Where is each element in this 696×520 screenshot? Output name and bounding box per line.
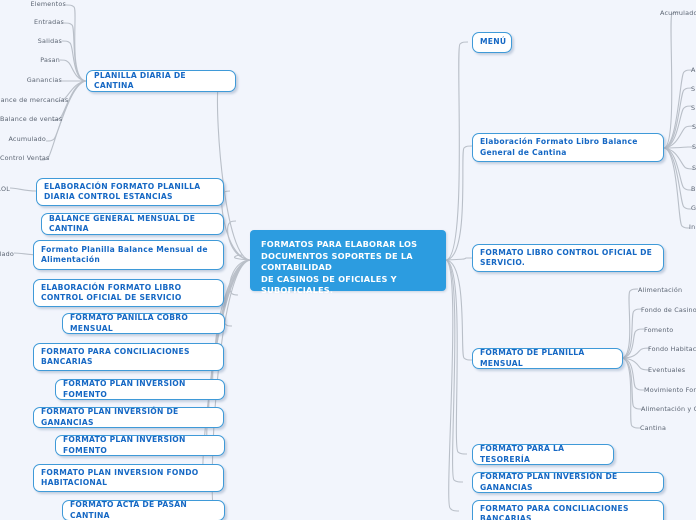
leaf-control-ventas[interactable]: Control Ventas — [0, 154, 49, 162]
leaf-libro-balance-8[interactable]: G — [691, 204, 696, 212]
leaf-fondo-de-casino[interactable]: Fondo de Casino — [641, 306, 696, 314]
leaf-libro-balance-6[interactable]: S — [692, 164, 696, 172]
branch-node-elaboracion-formato-libro-control-oficial-de-servicio[interactable]: ELABORACIÓN FORMATO LIBRO CONTROL OFICIA… — [33, 279, 224, 307]
leaf-libro-balance-9[interactable]: In — [689, 223, 695, 231]
branch-node-formato-para-conciliaciones-bancarias-right[interactable]: FORMATO PARA CONCILIACIONES BANCARIAS — [472, 500, 664, 520]
branch-node-balance-general-mensual-de-cantina[interactable]: BALANCE GENERAL MENSUAL DE CANTINA — [41, 213, 224, 235]
branch-node-formato-acta-de-pasan-cantina[interactable]: FORMATO ACTA DE PASAN CANTINA — [62, 500, 225, 520]
leaf-libro-balance-2[interactable]: S — [691, 85, 695, 93]
leaf-elementos[interactable]: Elementos — [0, 0, 66, 8]
branch-node-formato-planilla-balance-mensual-de-alimentacion[interactable]: Formato Planilla Balance Mensual de Alim… — [33, 240, 224, 270]
branch-node-elaboracion-formato-planilla-diaria-control-estancias[interactable]: ELABORACIÓN FORMATO PLANILLA DIARIA CONT… — [36, 178, 224, 206]
leaf-balance-de-ventas[interactable]: Balance de ventas — [0, 115, 62, 123]
leaf-pasan[interactable]: Pasan — [0, 56, 60, 64]
branch-node-formato-plan-inversion-fondo-habitacional[interactable]: FORMATO PLAN INVERSION FONDO HABITACIONA… — [33, 464, 224, 492]
leaf-libro-balance-5[interactable]: S — [692, 143, 696, 151]
mindmap-canvas[interactable]: FORMATOS PARA ELABORAR LOS DOCUMENTOS SO… — [0, 0, 696, 520]
leaf-ganancias[interactable]: Ganancias — [0, 76, 62, 84]
branch-node-formato-para-la-tesoreria[interactable]: FORMATO PARA LA TESORERÍA — [472, 444, 614, 465]
leaf-entradas[interactable]: Entradas — [0, 18, 64, 26]
branch-node-formato-plan-inversion-fomento-2[interactable]: FORMATO PLAN INVERSION FOMENTO — [55, 435, 225, 456]
branch-node-elaboracion-formato-libro-balance-general-de-cantina[interactable]: Elaboración Formato Libro Balance Genera… — [472, 133, 664, 162]
leaf-fondo-habitacional[interactable]: Fondo Habitacional — [648, 345, 696, 353]
branch-node-formato-plan-inversion-de-ganancias-right[interactable]: FORMATO PLAN INVERSIÓN DE GANANCIAS — [472, 472, 664, 493]
branch-node-planilla-diaria-de-cantina[interactable]: PLANILLA DIARIA DE CANTINA — [86, 70, 236, 92]
leaf-libro-balance-4[interactable]: S — [692, 123, 696, 131]
branch-node-formato-plan-inversion-fomento-1[interactable]: FORMATO PLAN INVERSION FOMENTO — [55, 379, 225, 400]
branch-node-formato-plan-inversion-de-ganancias-left[interactable]: FORMATO PLAN INVERSIÓN DE GANANCIAS — [33, 407, 224, 428]
leaf-fomento[interactable]: Fomento — [644, 326, 673, 334]
leaf-acumulado-clipped[interactable]: Acumulado — [0, 250, 14, 258]
leaf-movimiento-fondo[interactable]: Movimiento Fondo — [644, 386, 696, 394]
central-topic-node[interactable]: FORMATOS PARA ELABORAR LOS DOCUMENTOS SO… — [250, 230, 446, 295]
leaf-libro-balance-3[interactable]: S — [691, 104, 695, 112]
leaf-alimentacion-y-c[interactable]: Alimentación y C — [641, 405, 696, 413]
leaf-control-clipped[interactable]: CONTROL — [0, 185, 10, 193]
leaf-eventuales[interactable]: Eventuales — [648, 366, 685, 374]
leaf-alimentacion[interactable]: Alimentación — [638, 286, 682, 294]
branch-node-formato-libro-control-oficial-de-servicio[interactable]: FORMATO LIBRO CONTROL OFICIAL DE SERVICI… — [472, 244, 664, 272]
leaf-salidas[interactable]: Salidas — [0, 37, 62, 45]
leaf-acumulado-right[interactable]: Acumulado — [660, 9, 696, 17]
leaf-cantina[interactable]: Cantina — [640, 424, 666, 432]
leaf-acumulado[interactable]: Acumulado — [0, 135, 46, 143]
branch-node-menu[interactable]: MENÚ — [472, 32, 512, 53]
branch-node-formato-de-planilla-mensual[interactable]: FORMATO DE PLANILLA MENSUAL — [472, 348, 623, 369]
leaf-libro-balance-7[interactable]: B — [691, 185, 696, 193]
leaf-balance-de-mercancias[interactable]: Balance de mercancías — [0, 96, 68, 104]
branch-node-formato-para-conciliaciones-bancarias[interactable]: FORMATO PARA CONCILIACIONES BANCARIAS — [33, 343, 224, 371]
branch-node-formato-panilla-cobro-mensual[interactable]: FORMATO PANILLA COBRO MENSUAL — [62, 313, 225, 334]
leaf-libro-balance-1[interactable]: A — [691, 66, 696, 74]
